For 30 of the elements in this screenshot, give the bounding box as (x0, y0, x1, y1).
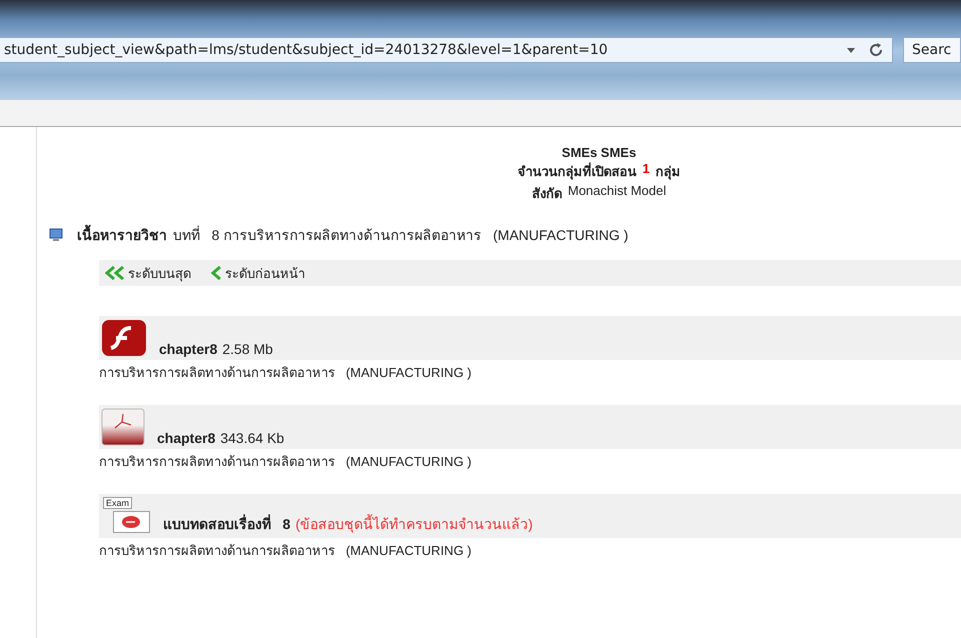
file-description: การบริหารการผลิตทางด้านการผลิตอาหาร (MANUFACTURING ) (99, 364, 472, 382)
refresh-icon[interactable] (868, 42, 884, 58)
file-name[interactable]: chapter8 (159, 341, 218, 357)
pdf-icon (101, 408, 145, 446)
file-description: การบริหารการผลิตทางด้านการผลิตอาหาร (MANUFACTURING ) (99, 542, 472, 560)
flash-icon (101, 319, 147, 357)
file-size: 343.64 Kb (220, 430, 284, 446)
groups-unit: กลุ่ม (656, 163, 681, 182)
search-field[interactable]: Searc (903, 37, 961, 63)
content-label: เนื้อหารายวิชา (77, 224, 167, 246)
file-name[interactable]: chapter8 (157, 430, 216, 446)
nav-link[interactable]: ระดับบนสุด (105, 262, 191, 284)
affiliation-label: สังกัด (532, 185, 562, 203)
course-title: SMEs SMEs (562, 145, 636, 160)
exam-label: Exam (103, 497, 132, 509)
groups-count: 1 (642, 161, 650, 178)
nav-link[interactable]: ระดับก่อนหน้า (211, 262, 305, 284)
file-description: การบริหารการผลิตทางด้านการผลิตอาหาร (MANUFACTURING ) (99, 453, 472, 471)
address-bar[interactable]: student_subject_view&path=lms/student&subject_id=24013278&level=1&parent=10 (0, 37, 893, 63)
dropdown-icon[interactable] (846, 46, 856, 54)
double-chevron-icon (105, 266, 125, 280)
chevron-icon (211, 266, 222, 280)
exam-sheet-icon (113, 511, 150, 533)
affiliation: Monachist Model (568, 183, 666, 200)
status-note: (ข้อสอบชุดนี้ได้ทำครบตามจำนวนแล้ว) (295, 513, 533, 535)
lesson-title: บทที่ 8 การบริหารการผลิตทางด้านการผลิตอาหาร (MANUFACTURING ) (173, 224, 628, 245)
file-name[interactable]: แบบทดสอบเรื่องที่ 8 (163, 513, 290, 535)
file-size: 2.58 Mb (222, 341, 273, 357)
groups-label: จำนวนกลุ่มที่เปิดสอน (517, 162, 636, 182)
monitor-icon (49, 228, 63, 242)
